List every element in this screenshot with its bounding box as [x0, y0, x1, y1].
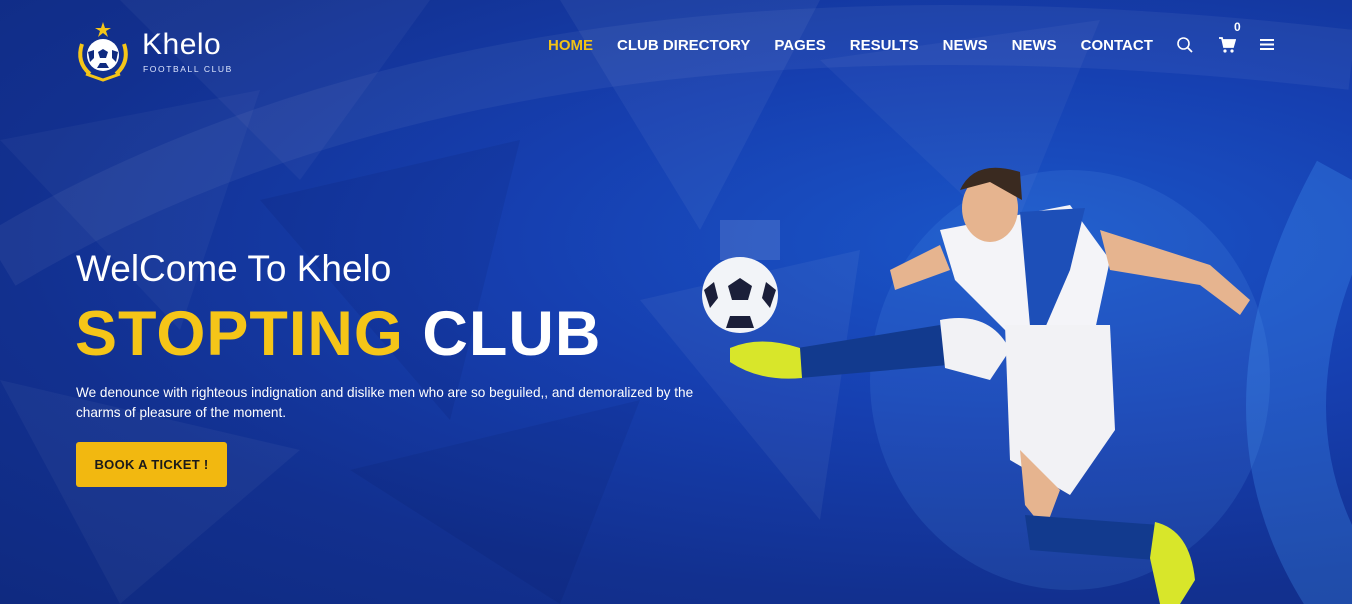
brand-tagline: FOOTBALL CLUB — [143, 64, 233, 74]
nav-pages[interactable]: PAGES — [774, 36, 825, 58]
search-icon[interactable] — [1176, 36, 1194, 56]
hero-title-rest: CLUB — [422, 299, 602, 369]
cart-icon[interactable] — [1218, 36, 1237, 56]
football-player-image — [702, 167, 1270, 604]
nav-home[interactable]: HOME — [548, 36, 593, 58]
cart-count-badge: 0 — [1234, 20, 1241, 34]
nav-results[interactable]: RESULTS — [850, 36, 919, 58]
hamburger-menu-icon[interactable] — [1259, 36, 1275, 56]
nav-news[interactable]: NEWS — [943, 36, 988, 58]
football-crest-icon — [78, 22, 128, 82]
logo[interactable]: Khelo FOOTBALL CLUB — [72, 22, 242, 82]
nav-contact[interactable]: CONTACT — [1081, 36, 1153, 58]
site-header: Khelo FOOTBALL CLUB HOME CLUB DIRECTORY … — [0, 0, 1352, 92]
book-ticket-button[interactable]: BOOK A TICKET ! — [76, 442, 227, 487]
hero-title: STOPTING CLUB — [75, 298, 601, 370]
hero-welcome: WelCome To Khelo — [76, 248, 392, 289]
nav-news-2[interactable]: NEWS — [1012, 36, 1057, 58]
nav-club-directory[interactable]: CLUB DIRECTORY — [617, 36, 750, 58]
brand-name: Khelo — [142, 28, 222, 61]
main-nav: HOME CLUB DIRECTORY PAGES RESULTS NEWS N… — [548, 36, 1177, 58]
hero-description: We denounce with righteous indignation a… — [76, 385, 694, 420]
hero-title-accent: STOPTING — [75, 299, 404, 369]
